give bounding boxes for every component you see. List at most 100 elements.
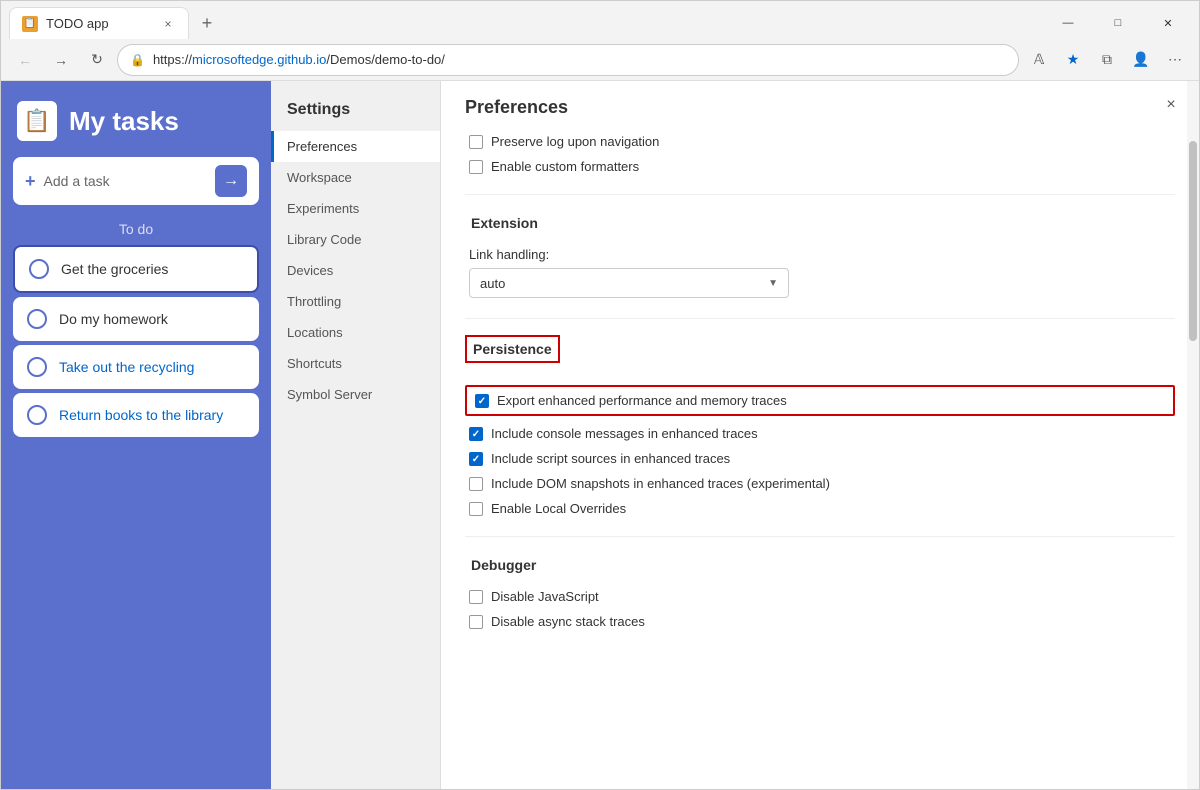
export-traces-row: Export enhanced performance and memory t…	[465, 385, 1175, 416]
scrollbar-thumb[interactable]	[1189, 141, 1197, 341]
settings-content: × Preferences Preserve log upon navigati…	[441, 81, 1199, 789]
local-overrides-row: Enable Local Overrides	[465, 501, 1175, 516]
reload-button[interactable]: ↻	[81, 44, 113, 76]
console-section: Preserve log upon navigation Enable cust…	[465, 134, 1175, 174]
maximize-button[interactable]: □	[1095, 7, 1141, 39]
dom-snapshots-row: Include DOM snapshots in enhanced traces…	[465, 476, 1175, 491]
todo-header: 📋 My tasks	[1, 81, 271, 157]
collections-button[interactable]: ⧉	[1091, 44, 1123, 76]
disable-js-checkbox[interactable]	[469, 590, 483, 604]
more-button[interactable]: ⋯	[1159, 44, 1191, 76]
browser-window: TODO app × + — □ ✕ ← → ↻ 🔒 https://micro…	[0, 0, 1200, 790]
browser-content: 📋 My tasks + Add a task → To do Get the …	[1, 81, 1199, 789]
add-task-submit-button[interactable]: →	[215, 165, 247, 197]
settings-sidebar: Settings Preferences Workspace Experimen…	[271, 81, 441, 789]
address-pre: https://	[153, 52, 192, 67]
lock-icon: 🔒	[130, 53, 145, 67]
link-handling-value: auto	[480, 276, 505, 291]
disable-async-checkbox[interactable]	[469, 615, 483, 629]
script-sources-label: Include script sources in enhanced trace…	[491, 451, 730, 466]
console-messages-label: Include console messages in enhanced tra…	[491, 426, 758, 441]
address-text: https://microsoftedge.github.io/Demos/de…	[153, 52, 1006, 67]
sidebar-item-devices[interactable]: Devices	[271, 255, 440, 286]
task-label: Return books to the library	[59, 407, 223, 423]
extension-section: Extension Link handling: auto ▼	[465, 211, 1175, 298]
profile-button[interactable]: 👤	[1125, 44, 1157, 76]
sidebar-item-library-code[interactable]: Library Code	[271, 224, 440, 255]
address-bar[interactable]: 🔒 https://microsoftedge.github.io/Demos/…	[117, 44, 1019, 76]
divider-1	[465, 194, 1175, 195]
tab-title: TODO app	[46, 16, 152, 31]
todo-app-title: My tasks	[69, 106, 179, 137]
script-sources-row: Include script sources in enhanced trace…	[465, 451, 1175, 466]
sidebar-item-throttling[interactable]: Throttling	[271, 286, 440, 317]
disable-js-row: Disable JavaScript	[465, 589, 1175, 604]
export-traces-label: Export enhanced performance and memory t…	[497, 393, 787, 408]
disable-js-label: Disable JavaScript	[491, 589, 599, 604]
list-item[interactable]: Do my homework	[13, 297, 259, 341]
sidebar-item-symbol-server[interactable]: Symbol Server	[271, 379, 440, 410]
minimize-button[interactable]: —	[1045, 7, 1091, 39]
disable-async-row: Disable async stack traces	[465, 614, 1175, 629]
dom-snapshots-checkbox[interactable]	[469, 477, 483, 491]
divider-3	[465, 536, 1175, 537]
persistence-heading: Persistence	[465, 335, 560, 363]
settings-close-button[interactable]: ×	[1159, 93, 1183, 117]
tab-close-button[interactable]: ×	[160, 16, 176, 32]
task-checkbox-icon[interactable]	[27, 405, 47, 425]
task-checkbox-icon[interactable]	[27, 309, 47, 329]
export-traces-checkbox[interactable]	[475, 394, 489, 408]
console-messages-checkbox[interactable]	[469, 427, 483, 441]
sidebar-item-locations[interactable]: Locations	[271, 317, 440, 348]
new-tab-button[interactable]: +	[193, 9, 221, 37]
nav-bar: ← → ↻ 🔒 https://microsoftedge.github.io/…	[1, 39, 1199, 81]
task-checkbox-icon[interactable]	[27, 357, 47, 377]
list-item[interactable]: Get the groceries	[13, 245, 259, 293]
back-button[interactable]: ←	[9, 44, 41, 76]
preserve-log-row: Preserve log upon navigation	[465, 134, 1175, 149]
favorites-button[interactable]: ★	[1057, 44, 1089, 76]
close-button[interactable]: ✕	[1145, 7, 1191, 39]
add-task-placeholder: Add a task	[44, 173, 207, 189]
persistence-section: Persistence Export enhanced performance …	[465, 335, 1175, 516]
script-sources-checkbox[interactable]	[469, 452, 483, 466]
task-label: Do my homework	[59, 311, 168, 327]
task-checkbox-icon[interactable]	[29, 259, 49, 279]
title-bar: TODO app × + — □ ✕	[1, 1, 1199, 39]
todo-logo-icon: 📋	[17, 101, 57, 141]
sidebar-item-workspace[interactable]: Workspace	[271, 162, 440, 193]
devtools-panel: Settings Preferences Workspace Experimen…	[271, 81, 1199, 789]
scrollbar-track[interactable]	[1187, 81, 1199, 789]
custom-formatters-label: Enable custom formatters	[491, 159, 639, 174]
settings-panel-title: Preferences	[465, 97, 1175, 118]
sidebar-item-preferences[interactable]: Preferences	[271, 131, 440, 162]
link-handling-row: Link handling: auto ▼	[465, 247, 1175, 298]
address-path: /Demos/demo-to-do/	[326, 52, 445, 67]
sidebar-item-shortcuts[interactable]: Shortcuts	[271, 348, 440, 379]
sidebar-item-experiments[interactable]: Experiments	[271, 193, 440, 224]
debugger-section: Debugger Disable JavaScript Disable asyn…	[465, 553, 1175, 629]
local-overrides-label: Enable Local Overrides	[491, 501, 626, 516]
debugger-heading: Debugger	[465, 553, 1175, 577]
task-list: Get the groceries Do my homework Take ou…	[1, 245, 271, 437]
custom-formatters-checkbox[interactable]	[469, 160, 483, 174]
disable-async-label: Disable async stack traces	[491, 614, 645, 629]
task-label: Get the groceries	[61, 261, 168, 277]
browser-tab[interactable]: TODO app ×	[9, 7, 189, 39]
list-item[interactable]: Return books to the library	[13, 393, 259, 437]
settings-title: Settings	[271, 93, 440, 131]
tab-favicon	[22, 16, 38, 32]
preserve-log-label: Preserve log upon navigation	[491, 134, 659, 149]
local-overrides-checkbox[interactable]	[469, 502, 483, 516]
address-domain: microsoftedge.github.io	[192, 52, 326, 67]
list-item[interactable]: Take out the recycling	[13, 345, 259, 389]
console-messages-row: Include console messages in enhanced tra…	[465, 426, 1175, 441]
add-task-bar[interactable]: + Add a task →	[13, 157, 259, 205]
divider-2	[465, 318, 1175, 319]
extension-heading: Extension	[465, 211, 1175, 235]
link-handling-select[interactable]: auto ▼	[469, 268, 789, 298]
read-aloud-button[interactable]: 𝔸	[1023, 44, 1055, 76]
forward-button[interactable]: →	[45, 44, 77, 76]
custom-formatters-row: Enable custom formatters	[465, 159, 1175, 174]
preserve-log-checkbox[interactable]	[469, 135, 483, 149]
